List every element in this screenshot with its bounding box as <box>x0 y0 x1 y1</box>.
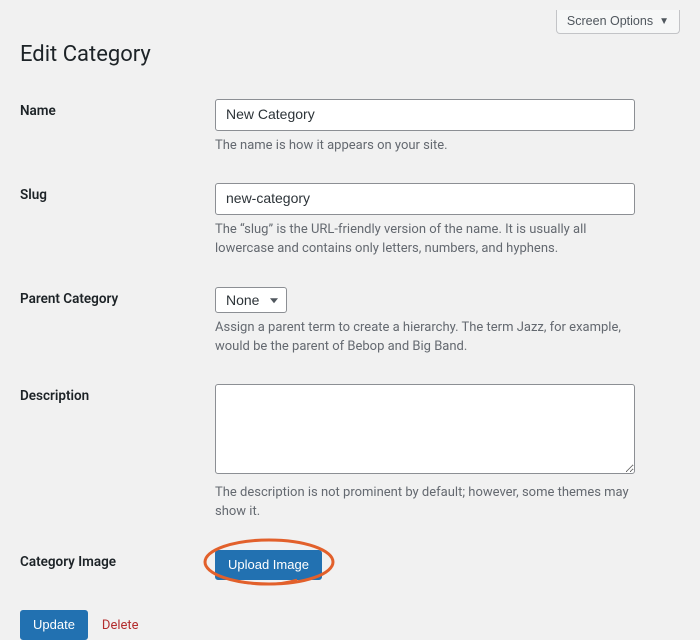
description-textarea[interactable] <box>215 384 635 474</box>
description-label: Description <box>20 370 215 536</box>
name-help: The name is how it appears on your site. <box>215 137 645 156</box>
update-button[interactable]: Update <box>20 610 88 640</box>
parent-category-label: Parent Category <box>20 273 215 371</box>
name-input[interactable] <box>215 99 635 131</box>
screen-options-label: Screen Options <box>567 14 653 28</box>
upload-image-button[interactable]: Upload Image <box>215 550 322 580</box>
slug-label: Slug <box>20 169 215 272</box>
parent-help: Assign a parent term to create a hierarc… <box>215 319 645 357</box>
screen-options-button[interactable]: Screen Options ▼ <box>556 10 680 34</box>
category-image-label: Category Image <box>20 536 215 594</box>
parent-category-select[interactable]: None <box>215 287 287 313</box>
description-help: The description is not prominent by defa… <box>215 484 645 522</box>
name-label: Name <box>20 85 215 169</box>
caret-down-icon: ▼ <box>659 16 669 27</box>
slug-input[interactable] <box>215 183 635 215</box>
slug-help: The “slug” is the URL-friendly version o… <box>215 221 645 259</box>
page-title: Edit Category <box>20 42 680 67</box>
delete-link[interactable]: Delete <box>102 618 139 633</box>
